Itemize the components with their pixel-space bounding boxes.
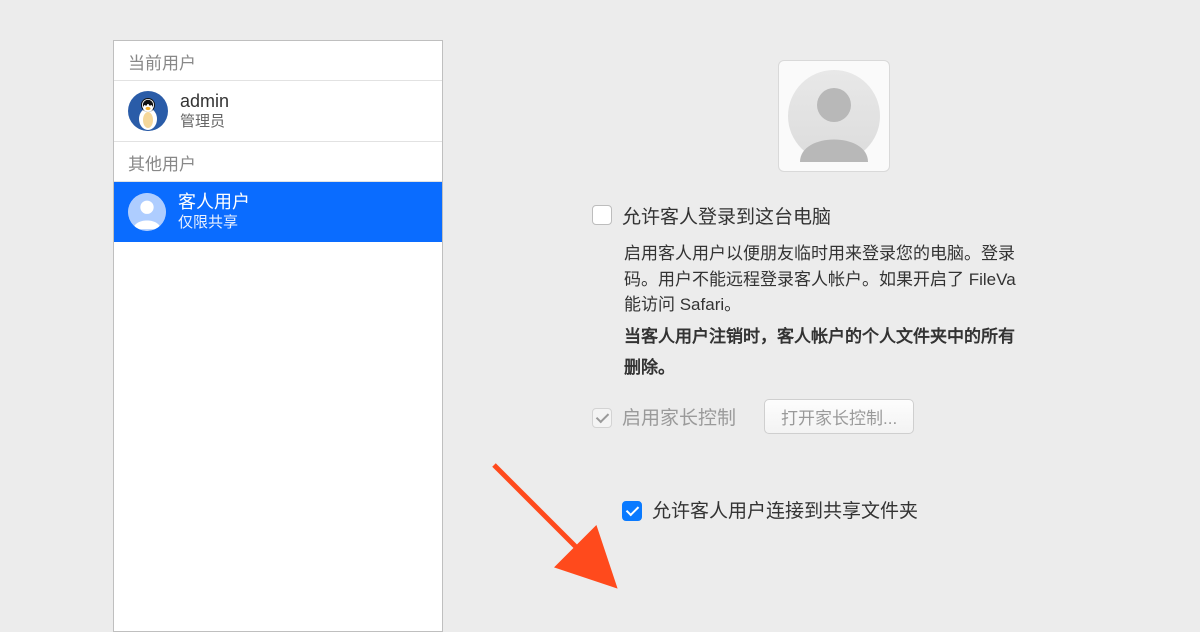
desc-bold-2: 删除。: [624, 355, 1200, 381]
silhouette-icon: [788, 70, 880, 162]
desc-line-2: 码。用户不能远程登录客人帐户。如果开启了 FileVa: [624, 267, 1200, 293]
allow-guest-login-row: 允许客人登录到这台电脑: [592, 202, 1200, 229]
user-avatar-large[interactable]: [778, 60, 890, 172]
admin-name: admin: [180, 91, 229, 113]
guest-description: 启用客人用户以便朋友临时用来登录您的电脑。登录 码。用户不能远程登录客人帐户。如…: [624, 241, 1200, 381]
current-user-header: 当前用户: [114, 41, 442, 81]
allow-shared-folders-row: 允许客人用户连接到共享文件夹: [622, 496, 1200, 523]
allow-shared-folders-label: 允许客人用户连接到共享文件夹: [652, 496, 918, 523]
guest-role: 仅限共享: [178, 214, 250, 232]
admin-avatar-icon: [128, 91, 168, 131]
parental-controls-label: 启用家长控制: [622, 403, 736, 430]
allow-shared-folders-checkbox[interactable]: [622, 501, 642, 521]
desc-line-1: 启用客人用户以便朋友临时用来登录您的电脑。登录: [624, 241, 1200, 267]
guest-user-info: 客人用户 仅限共享: [178, 192, 250, 232]
users-sidebar: 当前用户 admin 管理员 其他用户 客人用户 仅限共享: [113, 40, 443, 632]
desc-bold-1: 当客人用户注销时，客人帐户的个人文件夹中的所有: [624, 324, 1200, 350]
guest-name: 客人用户: [178, 192, 250, 214]
guest-avatar-icon: [128, 193, 166, 231]
main-panel: 允许客人登录到这台电脑 启用客人用户以便朋友临时用来登录您的电脑。登录 码。用户…: [467, 40, 1200, 632]
allow-guest-login-label: 允许客人登录到这台电脑: [622, 202, 831, 229]
admin-role: 管理员: [180, 113, 229, 131]
sidebar-item-guest[interactable]: 客人用户 仅限共享: [114, 182, 442, 242]
allow-guest-login-checkbox[interactable]: [592, 205, 612, 225]
parental-controls-row: 启用家长控制 打开家长控制...: [592, 399, 1200, 434]
parental-controls-checkbox: [592, 408, 612, 428]
admin-user-info: admin 管理员: [180, 91, 229, 131]
other-users-header: 其他用户: [114, 142, 442, 182]
annotation-arrow-icon: [489, 460, 649, 600]
desc-line-3: 能访问 Safari。: [624, 292, 1200, 318]
open-parental-controls-button[interactable]: 打开家长控制...: [764, 399, 914, 434]
sidebar-item-admin[interactable]: admin 管理员: [114, 81, 442, 141]
